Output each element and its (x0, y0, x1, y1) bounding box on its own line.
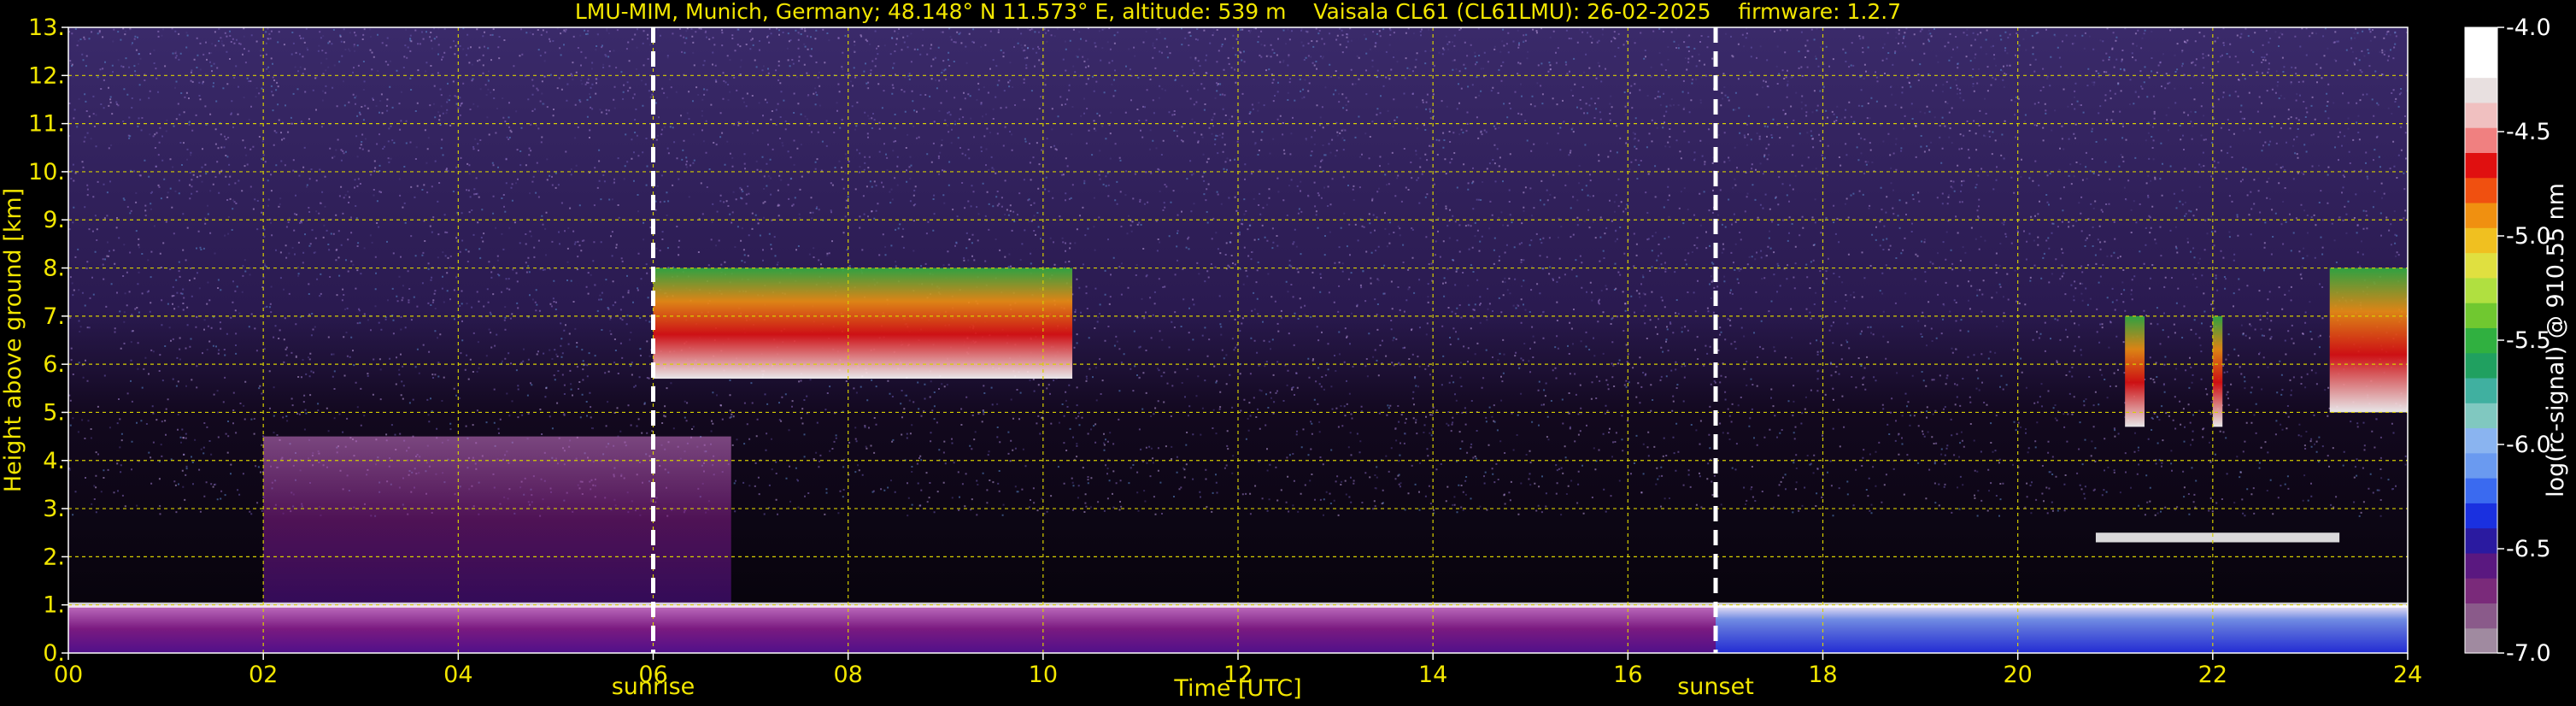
colorbar-segment (2465, 627, 2497, 654)
colorbar-segment (2465, 77, 2497, 103)
colorbar-tick-label: -6.5 (2506, 536, 2551, 562)
y-axis-ticks: 0. 1. 2. 3. 4. 5. 6. 7. 8. 9. 10. 11. 12. 13. (28, 15, 68, 667)
colorbar-segment (2465, 102, 2497, 128)
y-tick-label: 9. (43, 207, 65, 233)
y-tick-label: 5. (43, 399, 65, 426)
colorbar-segment (2465, 303, 2497, 328)
colorbar: -4.0-4.5-5.0-5.5-6.0-6.5-7.0 (2464, 15, 2551, 667)
colorbar-segment (2465, 152, 2497, 179)
y-tick-label: 11. (28, 111, 65, 138)
marker-label-sunset: sunset (1677, 674, 1754, 700)
colorbar-label: log(rc-signal) @ 910.55 nm (2543, 183, 2569, 497)
colorbar-segment (2465, 52, 2497, 79)
colorbar-segment (2465, 227, 2497, 254)
colorbar-segment (2465, 277, 2497, 303)
colorbar-segment (2465, 478, 2497, 503)
colorbar-segment (2465, 377, 2497, 403)
colorbar-segment (2465, 503, 2497, 529)
y-tick-label: 6. (43, 351, 65, 378)
feature-low-cloud-layer (2095, 532, 2340, 543)
y-tick-label: 12. (28, 62, 65, 89)
feature-aerosol-cloud-plume (263, 436, 731, 605)
feature-cloud (2329, 268, 2408, 413)
x-tick-label: 02 (249, 662, 278, 688)
x-tick-label: 24 (2393, 662, 2422, 688)
x-tick-label: 18 (1808, 662, 1837, 688)
y-tick-label: 10. (28, 159, 65, 185)
colorbar-segment (2465, 403, 2497, 429)
colorbar-segment (2465, 127, 2497, 153)
chart-title: LMU-MIM, Munich, Germany; 48.148° N 11.5… (575, 0, 1901, 24)
y-tick-label: 4. (43, 448, 65, 474)
x-tick-label: 08 (833, 662, 862, 688)
x-tick-label: 16 (1613, 662, 1642, 688)
y-tick-label: 1. (43, 592, 65, 619)
x-tick-label: 14 (1418, 662, 1447, 688)
x-tick-label: 04 (443, 662, 472, 688)
colorbar-segment (2465, 252, 2497, 279)
x-tick-label: 20 (2003, 662, 2032, 688)
y-tick-label: 8. (43, 256, 65, 282)
x-tick-label: 10 (1029, 662, 1058, 688)
y-tick-label: 3. (43, 496, 65, 522)
colorbar-tick-label: -4.5 (2506, 119, 2551, 145)
colorbar-segment (2465, 603, 2497, 629)
x-tick-label: 22 (2198, 662, 2227, 688)
x-axis-label: Time [UTC] (1173, 675, 1301, 702)
colorbar-tick-label: -4.0 (2506, 15, 2551, 41)
colorbar-segment (2465, 327, 2497, 354)
colorbar-segment (2465, 527, 2497, 554)
y-axis-label: Height above ground [km] (0, 188, 26, 492)
colorbar-segment (2465, 552, 2497, 579)
y-tick-label: 13. (28, 15, 65, 41)
y-tick-label: 7. (43, 303, 65, 330)
colorbar-segment (2465, 27, 2497, 53)
colorbar-segment (2465, 177, 2497, 203)
feature-cloud (2125, 315, 2145, 427)
colorbar-segment (2465, 427, 2497, 454)
colorbar-segment (2465, 352, 2497, 379)
x-tick-label: 06 (638, 662, 667, 688)
feature-nocturnal-layer (1716, 604, 2408, 653)
y-tick-label: 2. (43, 544, 65, 570)
colorbar-tick-label: -7.0 (2506, 640, 2551, 667)
ceilometer-chart: sunrise sunset 00 02 04 06 08 10 12 14 16 18 20 22 24… (0, 0, 2569, 702)
colorbar-segment (2465, 578, 2497, 604)
y-tick-label: 0. (43, 640, 65, 667)
feature-cloud (2212, 315, 2223, 427)
colorbar-segment (2465, 202, 2497, 228)
feature-mid-level-cloud (653, 268, 1073, 379)
colorbar-segment (2465, 452, 2497, 479)
